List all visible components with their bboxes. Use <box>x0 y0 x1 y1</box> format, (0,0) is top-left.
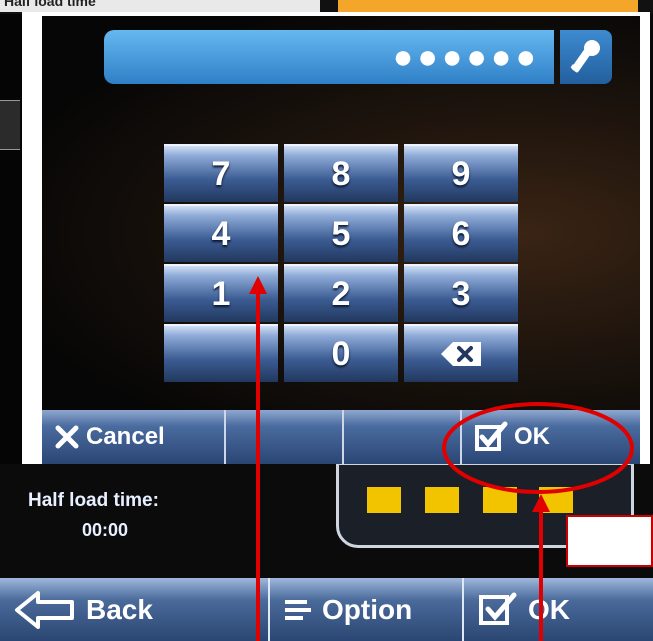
background-left-edge <box>0 14 22 464</box>
keypad-key-3[interactable]: 3 <box>404 264 518 322</box>
background-orange-button <box>338 0 638 12</box>
keypad-key-1[interactable]: 1 <box>164 264 278 322</box>
load-segment <box>539 487 573 513</box>
key-icon <box>570 40 600 73</box>
keypad-key-8[interactable]: 8 <box>284 144 398 202</box>
pin-dialog: ●●●●●● 7 8 9 4 5 6 1 2 3 0 Cancel OK <box>22 12 650 464</box>
keypad-key-2[interactable]: 2 <box>284 264 398 322</box>
load-segment <box>367 487 401 513</box>
keypad-key-9[interactable]: 9 <box>404 144 518 202</box>
background-top-label: Half load time <box>4 0 96 9</box>
keypad-backspace-key[interactable] <box>404 324 518 382</box>
keypad-key-5[interactable]: 5 <box>284 204 398 262</box>
half-load-time-value: 00:00 <box>82 520 129 540</box>
bottom-ok-label: OK <box>528 593 570 625</box>
keypad-key-0[interactable]: 0 <box>284 324 398 382</box>
option-button-label: Option <box>322 593 413 625</box>
pin-input-field[interactable]: ●●●●●● <box>104 30 554 84</box>
bottom-ok-button[interactable]: OK <box>464 578 653 641</box>
keypad-key-7[interactable]: 7 <box>164 144 278 202</box>
pin-masked-value: ●●●●●● <box>392 38 540 76</box>
pin-dialog-action-bar: Cancel OK <box>42 410 640 464</box>
action-bar-blank-button <box>226 410 344 464</box>
pin-dialog-screen: ●●●●●● 7 8 9 4 5 6 1 2 3 0 <box>42 16 640 410</box>
load-segment <box>483 487 517 513</box>
annotation-callout-box <box>566 515 653 567</box>
checkbox-icon <box>474 421 508 453</box>
backspace-icon <box>441 342 481 366</box>
action-bar-blank-button <box>344 410 462 464</box>
cancel-button-label: Cancel <box>86 423 165 450</box>
checkbox-icon <box>478 591 518 629</box>
background-left-tab <box>0 100 20 150</box>
keypad-key-6[interactable]: 6 <box>404 204 518 262</box>
menu-lines-icon <box>284 598 312 622</box>
half-load-time-label: Half load time: <box>28 490 159 511</box>
keypad-key-blank <box>164 324 278 382</box>
load-segment <box>425 487 459 513</box>
back-arrow-icon <box>14 590 76 630</box>
key-icon-button <box>560 30 612 84</box>
dialog-ok-label: OK <box>514 423 550 450</box>
background-top-label-area: Half load time <box>0 0 320 12</box>
option-button[interactable]: Option <box>270 578 464 641</box>
close-icon <box>54 424 80 450</box>
back-button-label: Back <box>86 593 153 625</box>
back-button[interactable]: Back <box>0 578 270 641</box>
keypad-key-4[interactable]: 4 <box>164 204 278 262</box>
dialog-ok-button[interactable]: OK <box>462 410 640 464</box>
bottom-nav-bar: Back Option OK <box>0 578 653 641</box>
cancel-button[interactable]: Cancel <box>42 410 226 464</box>
